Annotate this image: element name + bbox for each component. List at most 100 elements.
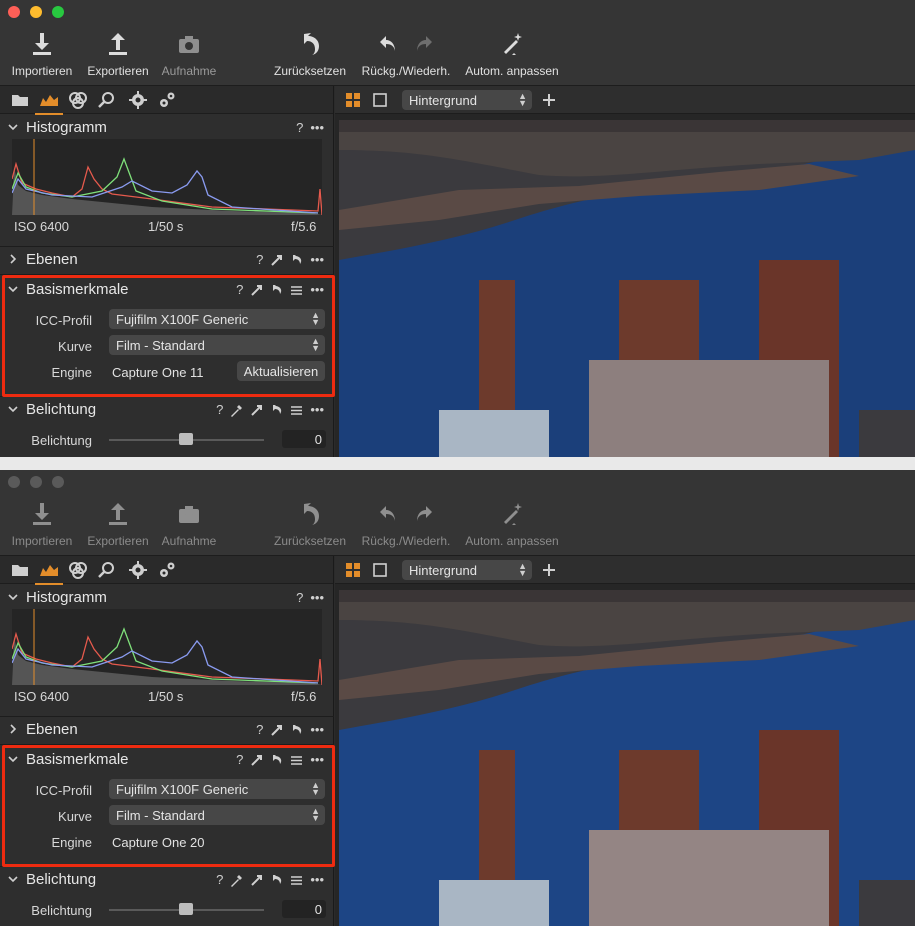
add-layer-icon[interactable] <box>541 92 557 108</box>
folder-icon <box>12 95 28 106</box>
details-tab[interactable] <box>97 90 117 110</box>
capture-button[interactable]: Aufnahme <box>158 500 220 548</box>
layer-select[interactable]: Hintergrund ▲ ▼ <box>402 90 532 110</box>
update-engine-button[interactable]: Aktualisieren <box>237 361 325 381</box>
exposure-slider-handle[interactable] <box>179 433 193 445</box>
presets-menu-icon[interactable] <box>290 874 303 887</box>
import-button[interactable]: Importieren <box>8 500 76 548</box>
icc-profile-select[interactable]: Fujifilm X100F Generic ▲ ▼ <box>109 779 325 799</box>
zoom-window-button[interactable] <box>52 6 64 18</box>
base-characteristics-header[interactable]: Basismerkmale ? ••• <box>0 745 334 773</box>
undo-redo-button[interactable]: Rückg./Wiederh. <box>357 30 455 78</box>
help-icon[interactable]: ? <box>216 872 223 888</box>
help-icon[interactable]: ? <box>256 252 263 268</box>
exposure-row: Belichtung 0 <box>0 429 334 451</box>
photo-preview <box>339 120 915 457</box>
close-window-button[interactable] <box>8 6 20 18</box>
engine-value: Capture One 11 <box>112 365 204 380</box>
presets-menu-icon[interactable] <box>290 754 303 767</box>
base-characteristics-header[interactable]: Basismerkmale ? ••• <box>0 275 334 303</box>
reset-button[interactable]: Zurücksetzen <box>269 500 351 548</box>
help-icon[interactable]: ? <box>256 722 263 738</box>
exposure-slider-handle[interactable] <box>179 903 193 915</box>
exposure-label: Belichtung <box>31 433 92 448</box>
copy-adjustments-icon[interactable] <box>250 754 263 767</box>
library-tab[interactable] <box>10 90 30 110</box>
grid-view-icon[interactable] <box>345 562 361 578</box>
layers-header[interactable]: Ebenen ? ••• <box>0 717 334 743</box>
chevron-down-icon <box>8 406 18 413</box>
viewer-toolbar: Hintergrund ▲ ▼ <box>335 86 915 114</box>
capture-tab[interactable] <box>35 560 63 585</box>
presets-menu-icon[interactable] <box>290 404 303 417</box>
color-tab[interactable] <box>68 560 88 580</box>
copy-adjustments-icon[interactable] <box>250 874 263 887</box>
undo-redo-button[interactable]: Rückg./Wiederh. <box>357 500 455 548</box>
minimize-window-button[interactable] <box>30 476 42 488</box>
help-icon[interactable]: ? <box>296 590 303 606</box>
adjustments-tab[interactable] <box>128 90 148 110</box>
reset-icon[interactable] <box>270 754 283 767</box>
presets-menu-icon[interactable] <box>290 284 303 297</box>
minimize-window-button[interactable] <box>30 6 42 18</box>
import-button[interactable]: Importieren <box>8 30 76 78</box>
more-icon[interactable]: ••• <box>310 590 324 606</box>
help-icon[interactable]: ? <box>236 752 243 768</box>
layers-title: Ebenen <box>26 251 78 268</box>
layers-section: Ebenen ? ••• <box>0 247 334 275</box>
more-icon[interactable]: ••• <box>310 252 324 268</box>
export-button[interactable]: Exportieren <box>84 500 152 548</box>
single-view-icon[interactable] <box>372 92 388 108</box>
histogram-header[interactable]: Histogramm ? ••• <box>0 585 334 611</box>
exposure-header[interactable]: Belichtung ? ••• <box>0 867 334 893</box>
copy-adjustments-icon[interactable] <box>250 404 263 417</box>
layer-select[interactable]: Hintergrund ▲ ▼ <box>402 560 532 580</box>
auto-adjust-button[interactable]: Autom. anpassen <box>462 30 562 78</box>
help-icon[interactable]: ? <box>216 402 223 418</box>
layers-header[interactable]: Ebenen ? ••• <box>0 247 334 273</box>
more-icon[interactable]: ••• <box>310 282 324 298</box>
copy-adjustments-icon[interactable] <box>270 724 283 737</box>
help-icon[interactable]: ? <box>236 282 243 298</box>
exposure-value-field[interactable]: 0 <box>282 900 326 918</box>
exposure-header[interactable]: Belichtung ? ••• <box>0 397 334 423</box>
library-tab[interactable] <box>10 560 30 580</box>
adjustments-tab[interactable] <box>128 560 148 580</box>
help-icon[interactable]: ? <box>296 120 303 136</box>
zoom-window-button[interactable] <box>52 476 64 488</box>
auto-adjust-button[interactable]: Autom. anpassen <box>462 500 562 548</box>
reset-icon[interactable] <box>270 874 283 887</box>
add-layer-icon[interactable] <box>541 562 557 578</box>
histogram-section: Histogramm ? ••• ISO 6400 1/50 s f/5.6 <box>0 115 334 247</box>
capture-button[interactable]: Aufnahme <box>158 30 220 78</box>
more-icon[interactable]: ••• <box>310 722 324 738</box>
picker-icon[interactable] <box>230 404 243 417</box>
copy-adjustments-icon[interactable] <box>270 254 283 267</box>
icc-profile-select[interactable]: Fujifilm X100F Generic ▲ ▼ <box>109 309 325 329</box>
grid-view-icon[interactable] <box>345 92 361 108</box>
close-window-button[interactable] <box>8 476 20 488</box>
reset-icon[interactable] <box>290 724 303 737</box>
engine-label: Engine <box>51 835 92 850</box>
single-view-icon[interactable] <box>372 562 388 578</box>
exposure-value-field[interactable]: 0 <box>282 430 326 448</box>
color-tab[interactable] <box>68 90 88 110</box>
more-icon[interactable]: ••• <box>310 752 324 768</box>
picker-icon[interactable] <box>230 874 243 887</box>
meta-tab[interactable] <box>157 90 177 110</box>
meta-tab[interactable] <box>157 560 177 580</box>
curve-select[interactable]: Film - Standard ▲ ▼ <box>109 805 325 825</box>
export-button[interactable]: Exportieren <box>84 30 152 78</box>
more-icon[interactable]: ••• <box>310 120 324 136</box>
curve-select[interactable]: Film - Standard ▲ ▼ <box>109 335 325 355</box>
reset-button[interactable]: Zurücksetzen <box>269 30 351 78</box>
more-icon[interactable]: ••• <box>310 402 324 418</box>
copy-adjustments-icon[interactable] <box>250 284 263 297</box>
details-tab[interactable] <box>97 560 117 580</box>
histogram-header[interactable]: Histogramm ? ••• <box>0 115 334 141</box>
more-icon[interactable]: ••• <box>310 872 324 888</box>
reset-icon[interactable] <box>270 284 283 297</box>
reset-icon[interactable] <box>290 254 303 267</box>
reset-icon[interactable] <box>270 404 283 417</box>
capture-tab[interactable] <box>35 90 63 115</box>
